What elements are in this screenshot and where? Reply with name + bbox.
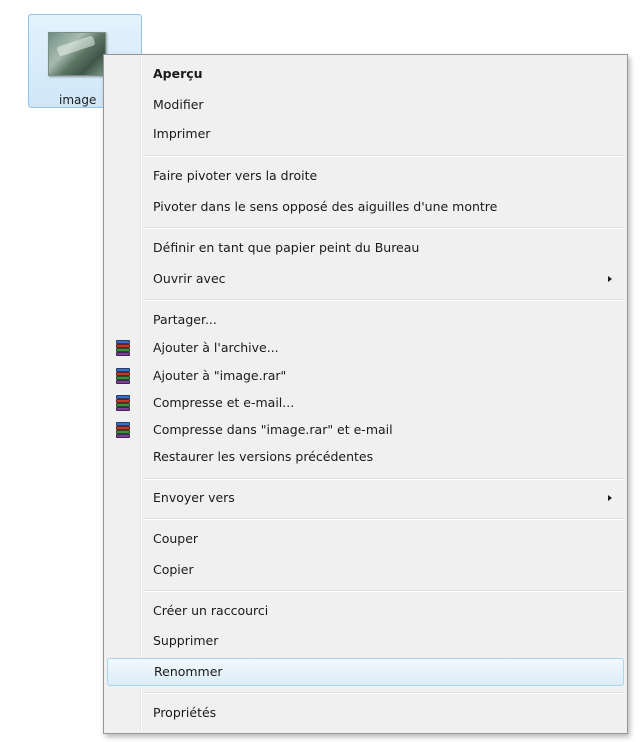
- menu-item-label: Ajouter à "image.rar": [153, 368, 287, 383]
- menu-separator: [144, 155, 624, 157]
- submenu-arrow-icon: [608, 495, 612, 501]
- menu-item-label: Ouvrir avec: [153, 271, 226, 286]
- menu-item-compress-rar-email[interactable]: Compresse dans "image.rar" et e-mail: [107, 418, 624, 442]
- menu-item-label: Pivoter dans le sens opposé des aiguille…: [153, 199, 498, 214]
- file-name-label: image: [59, 93, 97, 107]
- menu-item-delete[interactable]: Supprimer: [107, 629, 624, 653]
- menu-item-modifier[interactable]: Modifier: [107, 93, 624, 117]
- image-thumbnail-icon: [48, 32, 106, 76]
- menu-item-copy[interactable]: Copier: [107, 558, 624, 582]
- winrar-icon: [116, 368, 130, 384]
- menu-item-set-wallpaper[interactable]: Définir en tant que papier peint du Bure…: [107, 236, 624, 260]
- menu-item-send-to[interactable]: Envoyer vers: [107, 486, 624, 510]
- menu-item-label: Modifier: [153, 97, 204, 112]
- menu-item-properties[interactable]: Propriétés: [107, 701, 624, 725]
- menu-separator: [144, 299, 624, 301]
- menu-item-label: Aperçu: [153, 66, 203, 81]
- menu-separator: [144, 692, 624, 694]
- menu-item-label: Envoyer vers: [153, 490, 235, 505]
- menu-item-add-to-archive[interactable]: Ajouter à l'archive...: [107, 336, 624, 360]
- winrar-icon: [116, 422, 130, 438]
- menu-item-label: Supprimer: [153, 633, 219, 648]
- menu-item-label: Restaurer les versions précédentes: [153, 449, 374, 464]
- menu-item-share[interactable]: Partager...: [107, 308, 624, 332]
- menu-item-open-with[interactable]: Ouvrir avec: [107, 267, 624, 291]
- menu-item-create-shortcut[interactable]: Créer un raccourci: [107, 599, 624, 623]
- menu-separator: [144, 590, 624, 592]
- menu-item-label: Ajouter à l'archive...: [153, 340, 279, 355]
- menu-item-label: Compresse et e-mail...: [153, 395, 295, 410]
- submenu-arrow-icon: [608, 276, 612, 282]
- menu-item-label: Créer un raccourci: [153, 603, 269, 618]
- menu-item-add-to-rar[interactable]: Ajouter à "image.rar": [107, 364, 624, 388]
- context-menu: Aperçu Modifier Imprimer Faire pivoter v…: [103, 54, 628, 734]
- winrar-icon: [116, 395, 130, 411]
- winrar-icon: [116, 340, 130, 356]
- menu-item-label: Propriétés: [153, 705, 217, 720]
- menu-item-label: Compresse dans "image.rar" et e-mail: [153, 422, 393, 437]
- menu-item-label: Imprimer: [153, 126, 211, 141]
- menu-item-cut[interactable]: Couper: [107, 527, 624, 551]
- menu-item-apercu[interactable]: Aperçu: [107, 62, 624, 86]
- menu-item-label: Faire pivoter vers la droite: [153, 168, 318, 183]
- menu-item-restore-versions[interactable]: Restaurer les versions précédentes: [107, 445, 624, 469]
- menu-separator: [144, 478, 624, 480]
- menu-item-label: Couper: [153, 531, 199, 546]
- menu-separator: [144, 227, 624, 229]
- menu-item-label: Définir en tant que papier peint du Bure…: [153, 240, 420, 255]
- menu-item-compress-email[interactable]: Compresse et e-mail...: [107, 391, 624, 415]
- menu-item-rotate-right[interactable]: Faire pivoter vers la droite: [107, 164, 624, 188]
- menu-item-label: Copier: [153, 562, 194, 577]
- menu-separator: [144, 518, 624, 520]
- menu-item-label: Renommer: [154, 664, 223, 679]
- menu-item-rotate-left[interactable]: Pivoter dans le sens opposé des aiguille…: [107, 195, 624, 219]
- menu-item-label: Partager...: [153, 312, 217, 327]
- menu-item-rename[interactable]: Renommer: [107, 658, 624, 686]
- menu-item-imprimer[interactable]: Imprimer: [107, 122, 624, 146]
